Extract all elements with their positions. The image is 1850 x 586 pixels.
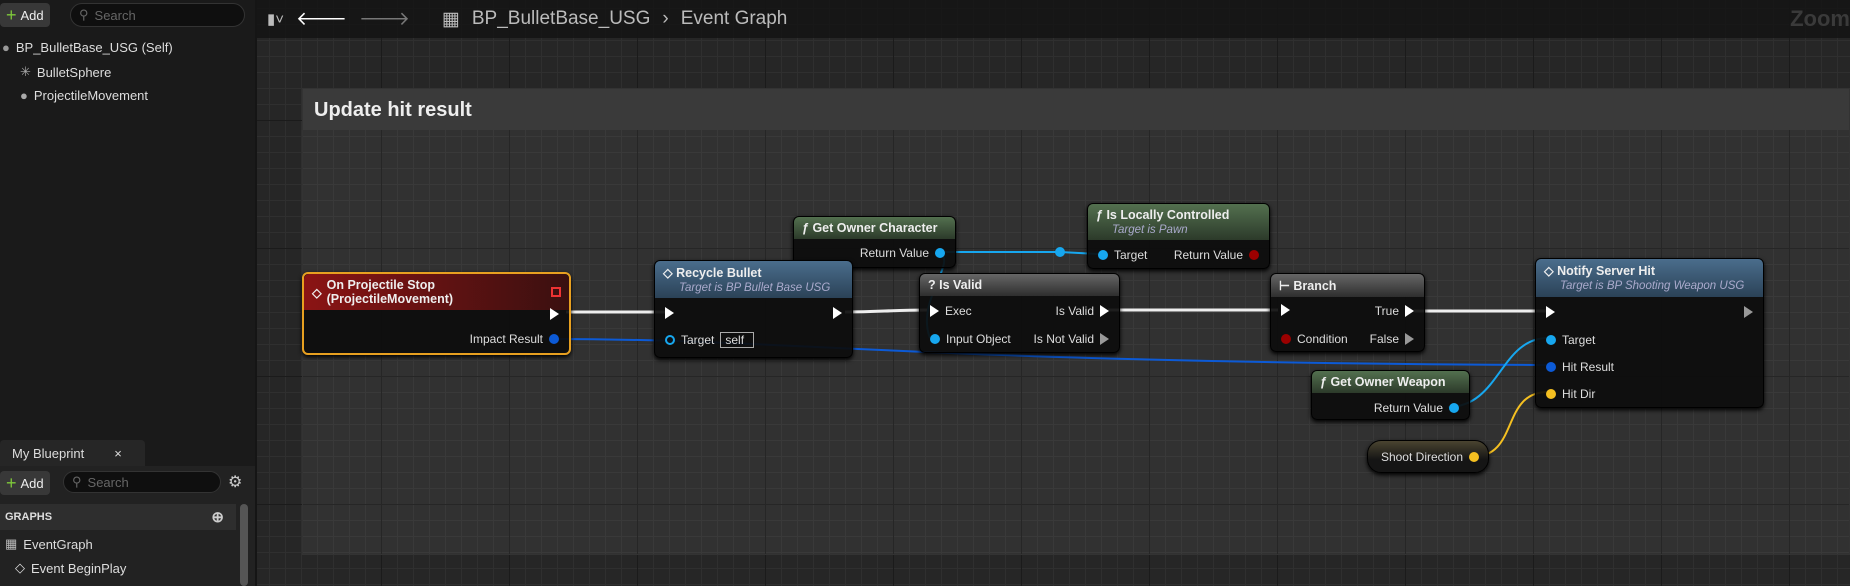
target-pin[interactable]: Target bbox=[1098, 248, 1147, 262]
vector-pin-icon bbox=[1546, 389, 1556, 399]
node-notify-server-hit[interactable]: ◇ Notify Server Hit Target is BP Shooting… bbox=[1535, 258, 1764, 408]
bool-pin-icon bbox=[1249, 250, 1259, 260]
exec-pin-icon bbox=[930, 305, 939, 317]
pin-label: Is Valid bbox=[1055, 304, 1094, 318]
variable-label: Shoot Direction bbox=[1380, 450, 1463, 464]
input-object-pin[interactable]: Input Object bbox=[930, 332, 1011, 346]
object-pin-icon bbox=[1546, 335, 1556, 345]
struct-pin-icon bbox=[1546, 362, 1556, 372]
node-title: Is Valid bbox=[939, 278, 983, 292]
node-is-locally-controlled[interactable]: ƒ Is Locally Controlled Target is Pawn Ta… bbox=[1087, 203, 1270, 269]
event-icon: ◇ bbox=[312, 285, 322, 300]
exec-pin-icon bbox=[1744, 306, 1753, 318]
pin-label: Return Value bbox=[1373, 401, 1443, 415]
return-value-pin[interactable]: Return Value bbox=[1374, 401, 1459, 415]
true-pin[interactable]: True bbox=[1375, 304, 1414, 318]
exec-pin-icon bbox=[665, 307, 674, 319]
question-icon: ? bbox=[928, 278, 940, 292]
event-icon: ◇ bbox=[663, 266, 677, 280]
node-title: Get Owner Character bbox=[812, 221, 938, 235]
object-wire bbox=[938, 251, 1099, 255]
impact-result-pin[interactable]: Impact Result bbox=[470, 332, 559, 346]
target-pin[interactable]: Target self bbox=[665, 332, 755, 348]
exec-pin-icon bbox=[1546, 306, 1555, 318]
object-pin-icon bbox=[665, 335, 675, 345]
object-pin-icon bbox=[1449, 403, 1459, 413]
node-subtitle: Target is BP Bullet Base USG bbox=[679, 282, 831, 294]
exec-in-pin[interactable] bbox=[1546, 306, 1555, 318]
node-title: On Projectile Stop (ProjectileMovement) bbox=[326, 278, 454, 306]
pin-label: Impact Result bbox=[469, 332, 543, 346]
pin-label: Return Value bbox=[859, 246, 929, 260]
hit-result-pin[interactable]: Hit Result bbox=[1546, 360, 1614, 374]
node-subtitle: Target is Pawn bbox=[1112, 224, 1188, 236]
pin-label: Return Value bbox=[1173, 248, 1243, 262]
exec-pin-icon bbox=[833, 307, 842, 319]
pin-label: Hit Result bbox=[1562, 360, 1615, 374]
node-title: Recycle Bullet bbox=[676, 266, 762, 280]
reroute-node bbox=[1055, 247, 1065, 257]
vector-pin-icon bbox=[1469, 452, 1479, 462]
exec-out-pin[interactable] bbox=[833, 307, 842, 319]
object-pin-icon bbox=[1098, 250, 1108, 260]
exec-in-pin[interactable] bbox=[665, 307, 674, 319]
pin-label: Target bbox=[1562, 333, 1596, 347]
return-value-pin[interactable]: Return Value bbox=[860, 246, 945, 260]
node-get-owner-weapon[interactable]: ƒ Get Owner Weapon Return Value bbox=[1311, 370, 1470, 420]
target-value-input[interactable]: self bbox=[720, 332, 755, 348]
exec-pin-icon bbox=[1100, 333, 1109, 345]
bool-pin-icon bbox=[1281, 334, 1291, 344]
node-shoot-direction-variable[interactable]: Shoot Direction bbox=[1367, 440, 1489, 473]
is-not-valid-pin[interactable]: Is Not Valid bbox=[1034, 332, 1109, 346]
exec-pin-icon bbox=[1405, 305, 1414, 317]
pin-label: Condition bbox=[1297, 332, 1348, 346]
object-pin-icon bbox=[930, 334, 940, 344]
function-icon: ƒ bbox=[802, 221, 813, 235]
node-title: Get Owner Weapon bbox=[1330, 375, 1446, 389]
pin-label: Input Object bbox=[946, 332, 1011, 346]
struct-pin-icon bbox=[549, 334, 559, 344]
node-on-projectile-stop[interactable]: ◇ On Projectile Stop (ProjectileMovement)… bbox=[302, 272, 571, 355]
exec-in-pin[interactable]: Exec bbox=[930, 304, 972, 318]
exec-pin-icon bbox=[1405, 333, 1414, 345]
target-pin[interactable]: Target bbox=[1546, 333, 1595, 347]
exec-pin-icon bbox=[1281, 304, 1290, 316]
pin-label: False bbox=[1369, 332, 1399, 346]
event-icon: ◇ bbox=[1544, 264, 1558, 278]
node-subtitle: Target is BP Shooting Weapon USG bbox=[1560, 280, 1745, 292]
hit-dir-pin[interactable]: Hit Dir bbox=[1546, 387, 1595, 401]
pin-label: Target bbox=[1114, 248, 1148, 262]
is-valid-pin[interactable]: Is Valid bbox=[1056, 304, 1109, 318]
return-value-pin[interactable]: Return Value bbox=[1174, 248, 1259, 262]
function-icon: ƒ bbox=[1096, 208, 1107, 222]
node-title: Is Locally Controlled bbox=[1106, 208, 1230, 222]
exec-pin-icon bbox=[550, 308, 559, 320]
object-pin-icon bbox=[935, 248, 945, 258]
node-title: Branch bbox=[1293, 279, 1337, 293]
exec-out-pin[interactable] bbox=[550, 308, 559, 320]
pin-label: Is Not Valid bbox=[1033, 332, 1094, 346]
pin-label: True bbox=[1374, 304, 1399, 318]
exec-in-pin[interactable] bbox=[1281, 304, 1290, 316]
node-recycle-bullet[interactable]: ◇ Recycle Bullet Target is BP Bullet Base… bbox=[654, 260, 853, 358]
exec-pin-icon bbox=[1100, 305, 1109, 317]
false-pin[interactable]: False bbox=[1370, 332, 1414, 346]
exec-out-pin[interactable] bbox=[1744, 306, 1753, 318]
branch-icon: ⊢ bbox=[1279, 279, 1294, 293]
pin-label: Target bbox=[681, 333, 715, 347]
shoot-direction-pin[interactable]: Shoot Direction bbox=[1381, 450, 1479, 464]
node-is-valid[interactable]: ? Is Valid Exec Is Valid Input Object Is… bbox=[919, 273, 1120, 353]
exec-wire bbox=[844, 308, 929, 314]
pin-label: Hit Dir bbox=[1562, 387, 1596, 401]
delegate-pin-icon[interactable] bbox=[551, 287, 561, 297]
node-branch[interactable]: ⊢ Branch True Condition False bbox=[1270, 273, 1425, 352]
node-title: Notify Server Hit bbox=[1557, 264, 1656, 278]
function-icon: ƒ bbox=[1320, 375, 1331, 389]
condition-pin[interactable]: Condition bbox=[1281, 332, 1348, 346]
pin-label: Exec bbox=[945, 304, 972, 318]
